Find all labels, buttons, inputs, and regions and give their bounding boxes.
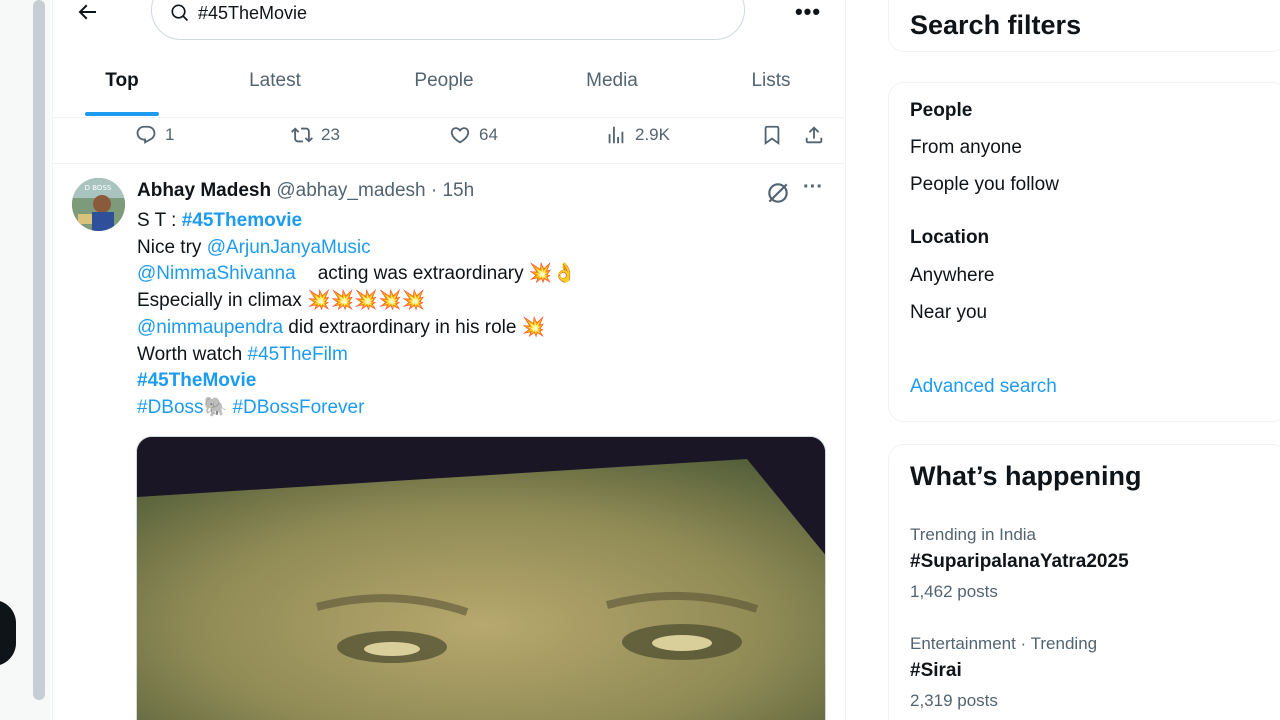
text-segment: Nice try xyxy=(137,236,207,258)
trend-context: Trending in India xyxy=(910,525,1037,544)
reply-icon xyxy=(136,125,156,144)
repost-icon xyxy=(291,127,313,143)
search-box[interactable] xyxy=(151,0,745,40)
hashtag-link[interactable]: #DBoss🐘 xyxy=(137,397,227,418)
arrow-left-icon xyxy=(78,4,96,20)
tab-label: People xyxy=(414,70,474,91)
bookmark-button[interactable] xyxy=(761,122,791,148)
trend-context: Entertainment · Trending xyxy=(910,634,1098,653)
tweet-time[interactable]: 15h xyxy=(442,180,474,201)
tab-label: Latest xyxy=(249,70,301,91)
search-header: ••• Top Latest People Media Lists xyxy=(53,0,845,118)
tweet[interactable]: D BOSS Abhay Madesh @abhay_madesh · 15h … xyxy=(53,164,845,720)
text-segment: Especially in climax 💥💥💥💥💥 xyxy=(137,290,426,312)
more-dots-icon: ··· xyxy=(803,176,823,198)
tweet-line: @nimmaupendra did extraordinary in his r… xyxy=(137,315,827,342)
tweet-line: Nice try @ArjunJanyaMusic xyxy=(137,235,827,262)
people-filter-label: People xyxy=(910,100,973,121)
trend-post-count: 1,462 posts xyxy=(910,582,998,601)
trend-post-count: 2,319 posts xyxy=(910,691,998,710)
views-button[interactable]: 2.9K xyxy=(605,122,670,148)
reply-count: 1 xyxy=(165,125,175,144)
mention-link[interactable]: @ArjunJanyaMusic xyxy=(207,237,371,258)
view-count: 2.9K xyxy=(635,125,670,144)
grok-icon xyxy=(768,183,788,203)
more-dots-icon: ••• xyxy=(794,0,822,24)
advanced-search-link[interactable]: Advanced search xyxy=(910,376,1057,398)
filter-near-you[interactable]: Near you xyxy=(910,302,987,324)
text-segment: S T : xyxy=(137,210,182,231)
main-column: ••• Top Latest People Media Lists 1 xyxy=(52,0,846,720)
tab-latest[interactable]: Latest xyxy=(191,58,359,118)
tab-top[interactable]: Top xyxy=(53,58,191,118)
tab-lists[interactable]: Lists xyxy=(695,58,845,118)
heart-icon xyxy=(450,127,470,144)
tweet-more-button[interactable]: ··· xyxy=(801,176,825,202)
text-segment: acting was extraordinary 💥👌 xyxy=(317,263,577,285)
tab-label: Top xyxy=(105,70,139,91)
mention-link[interactable]: @NimmaShivanna xyxy=(137,263,296,284)
search-tabs: Top Latest People Media Lists xyxy=(53,58,845,118)
previous-tweet-actions: 1 23 64 2.9K xyxy=(53,118,845,164)
tweet-line: @NimmaShivanna acting was extraordinary 💥… xyxy=(137,261,827,288)
text-segment: did extraordinary in his role 💥 xyxy=(283,316,546,338)
share-icon xyxy=(805,126,823,144)
whats-happening-card: What’s happening Trending in India #Supa… xyxy=(888,444,1280,720)
like-count: 64 xyxy=(479,125,498,144)
more-options-button[interactable]: ••• xyxy=(793,0,823,27)
trend-name[interactable]: #Sirai xyxy=(910,660,962,682)
avatar[interactable]: D BOSS xyxy=(72,178,125,231)
share-button[interactable] xyxy=(803,122,833,148)
svg-text:D BOSS: D BOSS xyxy=(85,184,112,192)
reply-button[interactable]: 1 xyxy=(135,122,174,148)
search-filters-card: People From anyone People you follow Loc… xyxy=(888,82,1280,422)
tweet-text: S T : #45Themovie Nice try @ArjunJanyaMu… xyxy=(137,208,827,422)
hashtag-link[interactable]: #DBossForever xyxy=(227,397,364,418)
filter-anywhere[interactable]: Anywhere xyxy=(910,265,995,287)
avatar-image: D BOSS xyxy=(72,178,125,231)
tweet-line: Worth watch #45TheFilm xyxy=(137,342,827,369)
like-button[interactable]: 64 xyxy=(449,122,498,148)
trend-name[interactable]: #SuparipalanaYatra2025 xyxy=(910,551,1129,573)
tab-people[interactable]: People xyxy=(359,58,529,118)
repost-count: 23 xyxy=(321,125,340,144)
analytics-icon xyxy=(608,126,624,144)
tweet-header: Abhay Madesh @abhay_madesh · 15h xyxy=(137,180,474,202)
tweet-line: Especially in climax 💥💥💥💥💥 xyxy=(137,288,827,315)
whats-happening-title: What’s happening xyxy=(910,461,1142,491)
tab-media[interactable]: Media xyxy=(529,58,695,118)
search-input[interactable] xyxy=(198,1,718,25)
search-filters-title: Search filters xyxy=(910,10,1082,40)
video-frame xyxy=(137,437,825,720)
active-tab-indicator xyxy=(85,112,159,116)
hashtag-link[interactable]: #45TheMovie xyxy=(137,370,256,391)
location-filter-label: Location xyxy=(910,227,990,248)
text-segment: Worth watch xyxy=(137,343,248,365)
hashtag-link[interactable]: #45Themovie xyxy=(182,210,302,231)
repost-button[interactable]: 23 xyxy=(291,122,340,148)
separator-dot: · xyxy=(430,180,438,201)
floating-button[interactable] xyxy=(0,600,16,666)
search-filters-header: Search filters xyxy=(888,0,1280,52)
scrollbar-thumb[interactable] xyxy=(33,0,45,700)
left-scroll-area xyxy=(0,0,50,720)
user-handle[interactable]: @abhay_madesh xyxy=(276,180,425,201)
bookmark-icon xyxy=(764,125,780,146)
tweet-line: #45TheMovie xyxy=(137,368,827,395)
tab-label: Media xyxy=(586,70,638,91)
hashtag-link[interactable]: #45TheFilm xyxy=(248,344,348,365)
grok-button[interactable] xyxy=(765,180,791,206)
filter-people-you-follow[interactable]: People you follow xyxy=(910,174,1059,196)
tab-label: Lists xyxy=(751,70,791,91)
right-sidebar: Search filters People From anyone People… xyxy=(888,0,1280,720)
back-button[interactable] xyxy=(71,0,103,28)
search-icon xyxy=(171,4,189,22)
mention-link[interactable]: @nimmaupendra xyxy=(137,317,283,338)
display-name[interactable]: Abhay Madesh xyxy=(137,180,271,201)
filter-from-anyone[interactable]: From anyone xyxy=(910,137,1022,159)
tweet-line: #DBoss🐘 #DBossForever xyxy=(137,395,827,422)
tweet-line: S T : #45Themovie xyxy=(137,208,827,235)
tweet-media-video[interactable] xyxy=(136,436,826,720)
